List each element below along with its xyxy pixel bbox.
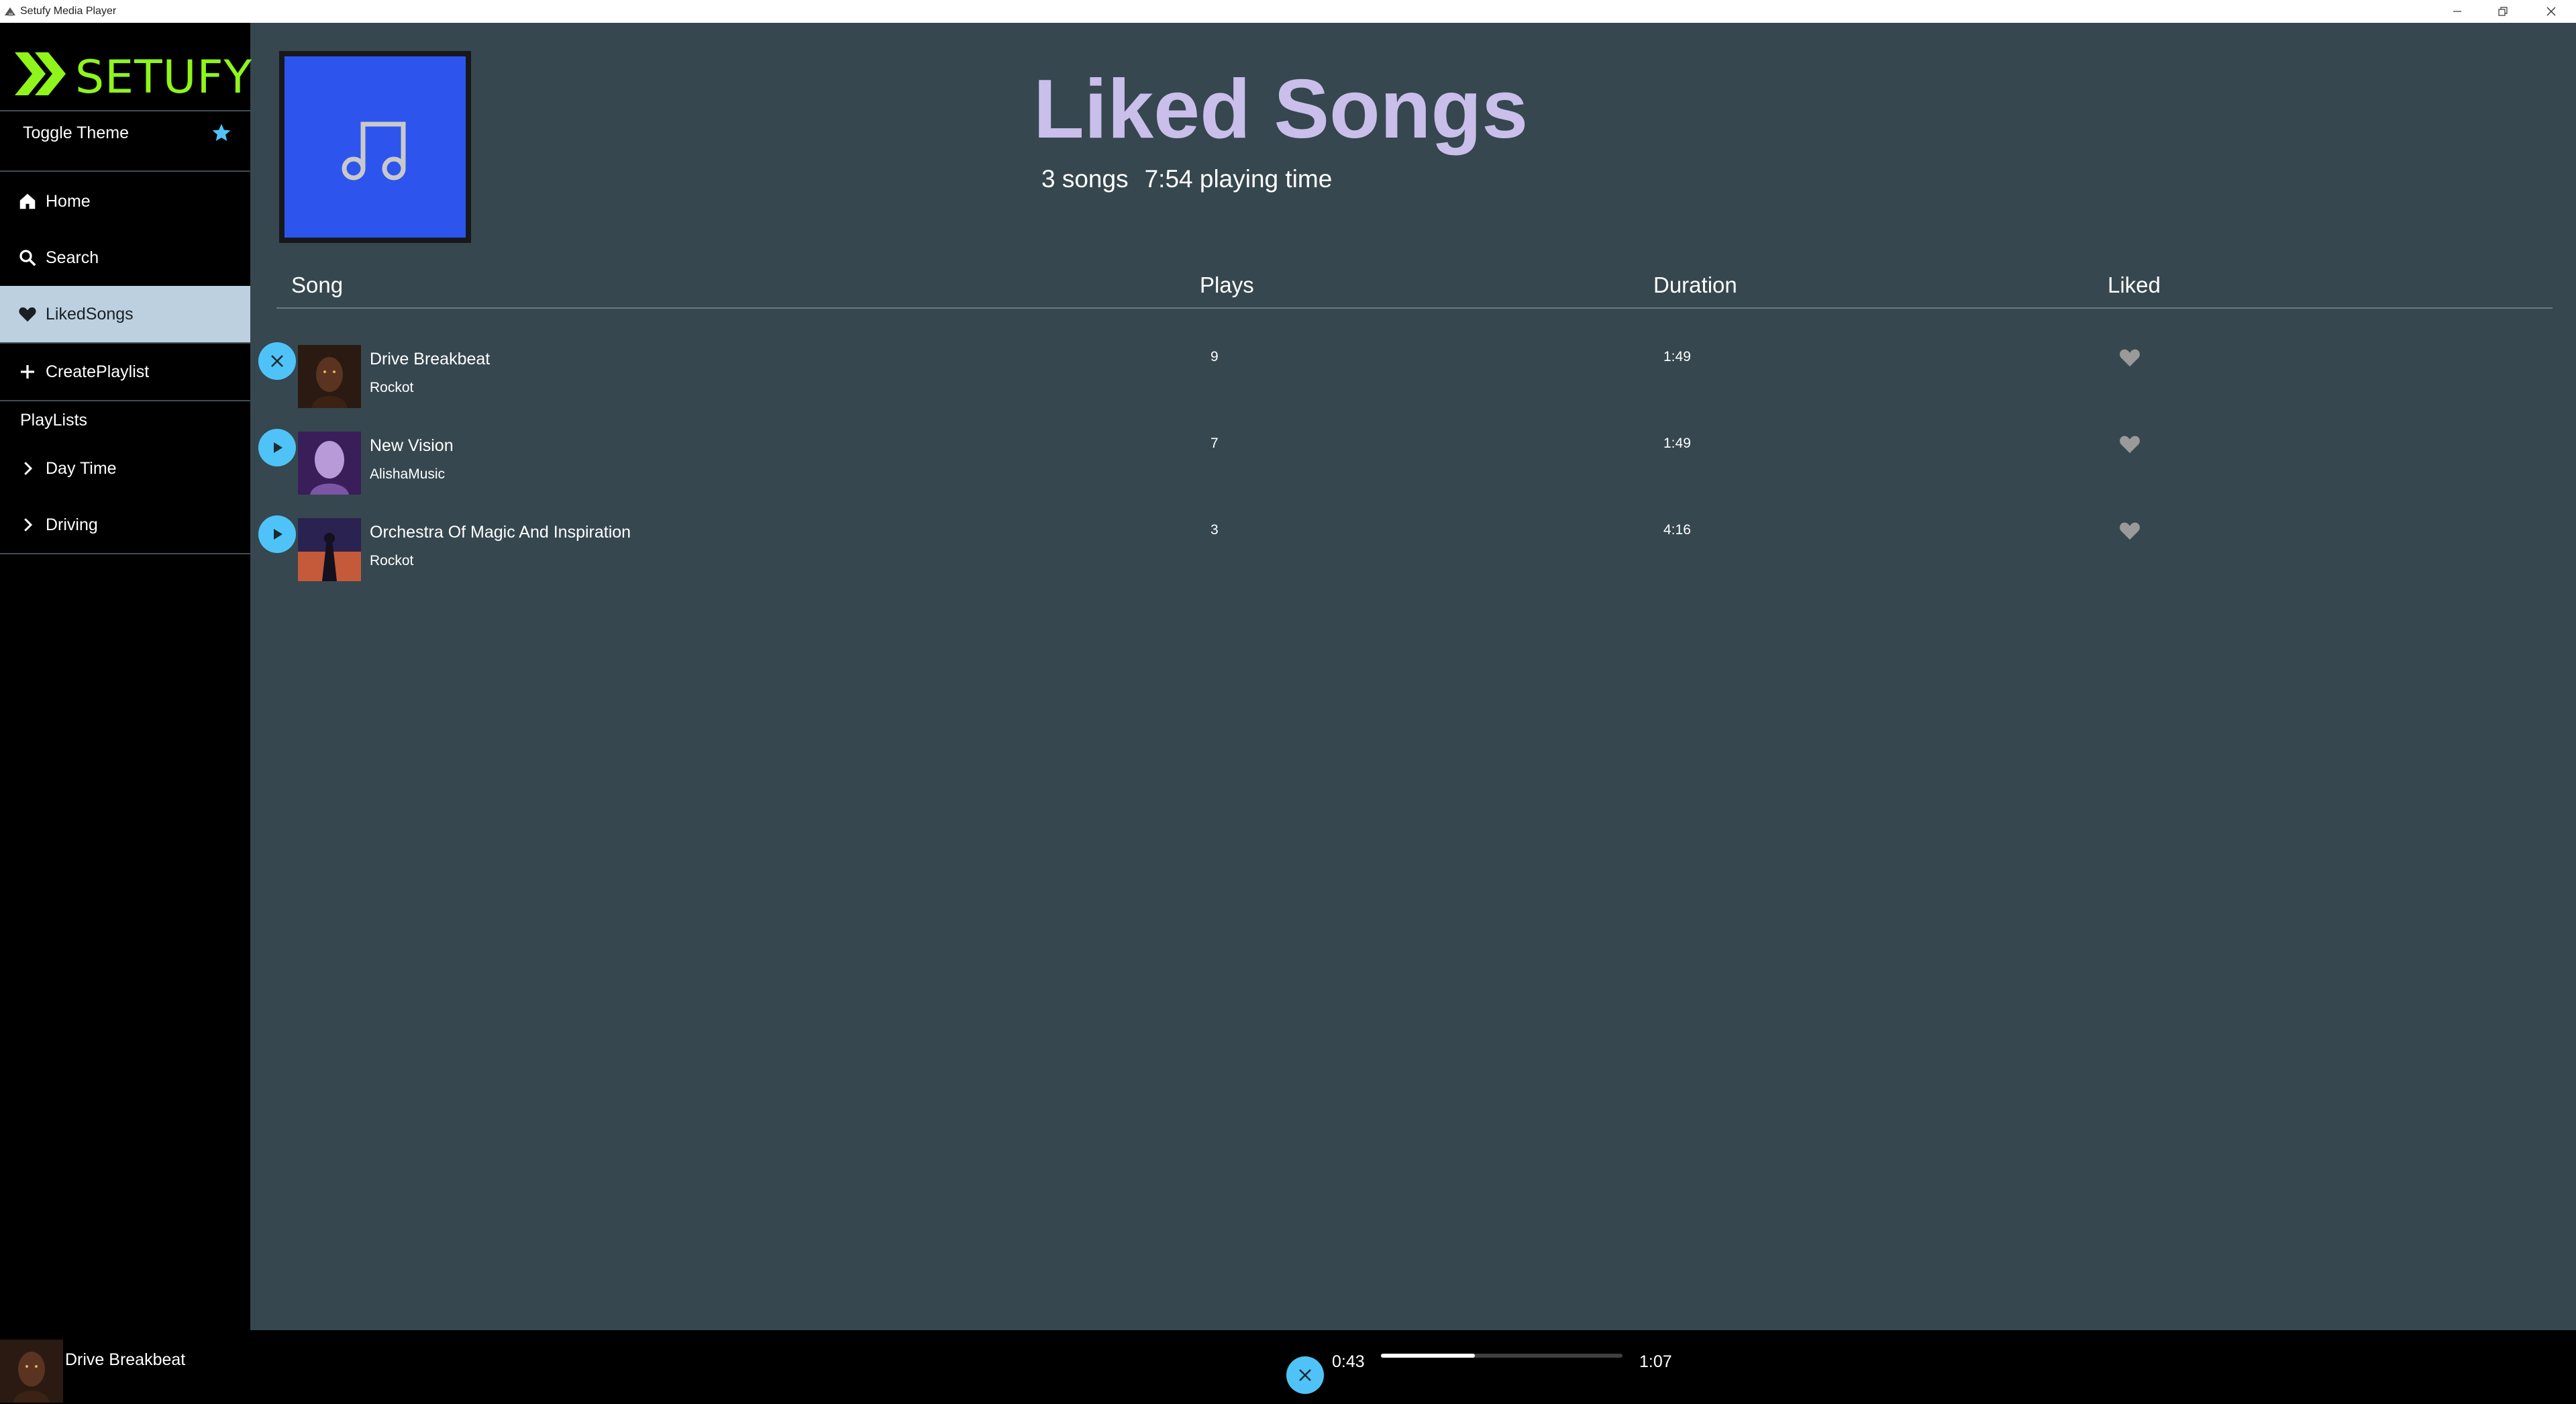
- song-title: New Vision: [370, 436, 454, 455]
- sidebar-item-search[interactable]: Search: [0, 230, 250, 286]
- logo-text: SETUFY: [75, 51, 253, 104]
- album-art-image: [0, 1340, 63, 1403]
- restore-icon: [2498, 7, 2508, 16]
- song-duration: 4:16: [1663, 522, 1691, 538]
- page-title: Liked Songs: [1033, 63, 1529, 156]
- heart-icon[interactable]: [2118, 346, 2141, 368]
- table-row[interactable]: New Vision AlishaMusic 7 1:49: [0, 426, 2576, 512]
- heart-icon: [19, 307, 36, 322]
- song-duration: 1:49: [1663, 436, 1691, 451]
- table-header-divider: [276, 307, 2553, 309]
- window-title: Setufy Media Player: [20, 5, 117, 17]
- elapsed-time: 0:43: [1332, 1352, 1365, 1371]
- heart-icon[interactable]: [2118, 519, 2141, 541]
- song-title: Drive Breakbeat: [370, 350, 491, 368]
- album-art: [298, 432, 361, 495]
- song-artist: Rockot: [370, 553, 414, 568]
- progress-bar[interactable]: [1381, 1354, 1622, 1358]
- close-icon: [2546, 7, 2556, 16]
- column-header-duration[interactable]: Duration: [1653, 272, 1737, 298]
- player-stop-button[interactable]: [1286, 1356, 1324, 1394]
- sidebar: SETUFY Toggle Theme Home Search LikedSon…: [0, 23, 252, 1330]
- album-art-image: [298, 518, 361, 581]
- restore-button[interactable]: [2480, 0, 2526, 23]
- search-icon: [19, 250, 36, 266]
- star-icon[interactable]: [211, 122, 232, 144]
- play-icon: [274, 529, 282, 540]
- player-bar: Drive Breakbeat 0:43 1:07: [0, 1330, 2576, 1404]
- album-art: [298, 345, 361, 408]
- sidebar-item-home[interactable]: Home: [0, 173, 250, 230]
- app-icon: [5, 7, 15, 16]
- play-button[interactable]: [258, 515, 296, 553]
- column-header-liked[interactable]: Liked: [2108, 272, 2161, 298]
- table-row[interactable]: Orchestra Of Magic And Inspiration Rocko…: [0, 513, 2576, 599]
- music-note-icon: [342, 121, 406, 181]
- stop-button[interactable]: [258, 342, 296, 380]
- minimize-button[interactable]: [2434, 0, 2480, 23]
- album-art-image: [298, 432, 361, 495]
- close-window-button[interactable]: [2528, 0, 2574, 23]
- total-time: 1:07: [1639, 1352, 1672, 1371]
- play-count: 9: [1210, 349, 1219, 364]
- sidebar-divider: [0, 110, 250, 111]
- now-playing-title: Drive Breakbeat: [65, 1350, 186, 1369]
- heart-icon[interactable]: [2118, 433, 2141, 454]
- now-playing-art: [0, 1340, 63, 1403]
- logo: SETUFY: [13, 39, 252, 106]
- minimize-icon: [2453, 11, 2461, 12]
- progress-fill: [1381, 1354, 1476, 1358]
- sidebar-item-label: Search: [46, 248, 99, 267]
- column-header-plays[interactable]: Plays: [1200, 272, 1254, 298]
- sidebar-item-likedsongs[interactable]: LikedSongs: [0, 286, 250, 342]
- play-button[interactable]: [258, 429, 296, 466]
- playlist-cover: [279, 51, 471, 243]
- song-count: 3 songs: [1041, 165, 1129, 193]
- close-icon: [271, 355, 283, 367]
- song-title: Orchestra Of Magic And Inspiration: [370, 523, 631, 542]
- sidebar-item-label: LikedSongs: [46, 304, 134, 323]
- window-titlebar: Setufy Media Player: [0, 0, 2576, 23]
- logo-chevrons-icon: [15, 52, 66, 95]
- playlist-meta: 3 songs 7:54 playing time: [1041, 165, 1348, 193]
- home-icon: [19, 193, 36, 209]
- album-art: [298, 518, 361, 581]
- column-header-song[interactable]: Song: [291, 272, 343, 298]
- song-duration: 1:49: [1663, 349, 1691, 364]
- sidebar-divider: [0, 170, 250, 172]
- song-artist: AlishaMusic: [370, 466, 446, 482]
- play-icon: [274, 442, 282, 453]
- play-count: 3: [1210, 522, 1219, 538]
- album-art-image: [298, 345, 361, 408]
- playing-time: 7:54 playing time: [1144, 165, 1333, 193]
- table-row[interactable]: Drive Breakbeat Rockot 9 1:49: [0, 340, 2576, 425]
- sidebar-item-label: Home: [46, 191, 91, 211]
- close-icon: [1299, 1369, 1311, 1381]
- song-artist: Rockot: [370, 380, 414, 395]
- play-count: 7: [1210, 436, 1219, 451]
- toggle-theme-button[interactable]: Toggle Theme: [23, 123, 129, 143]
